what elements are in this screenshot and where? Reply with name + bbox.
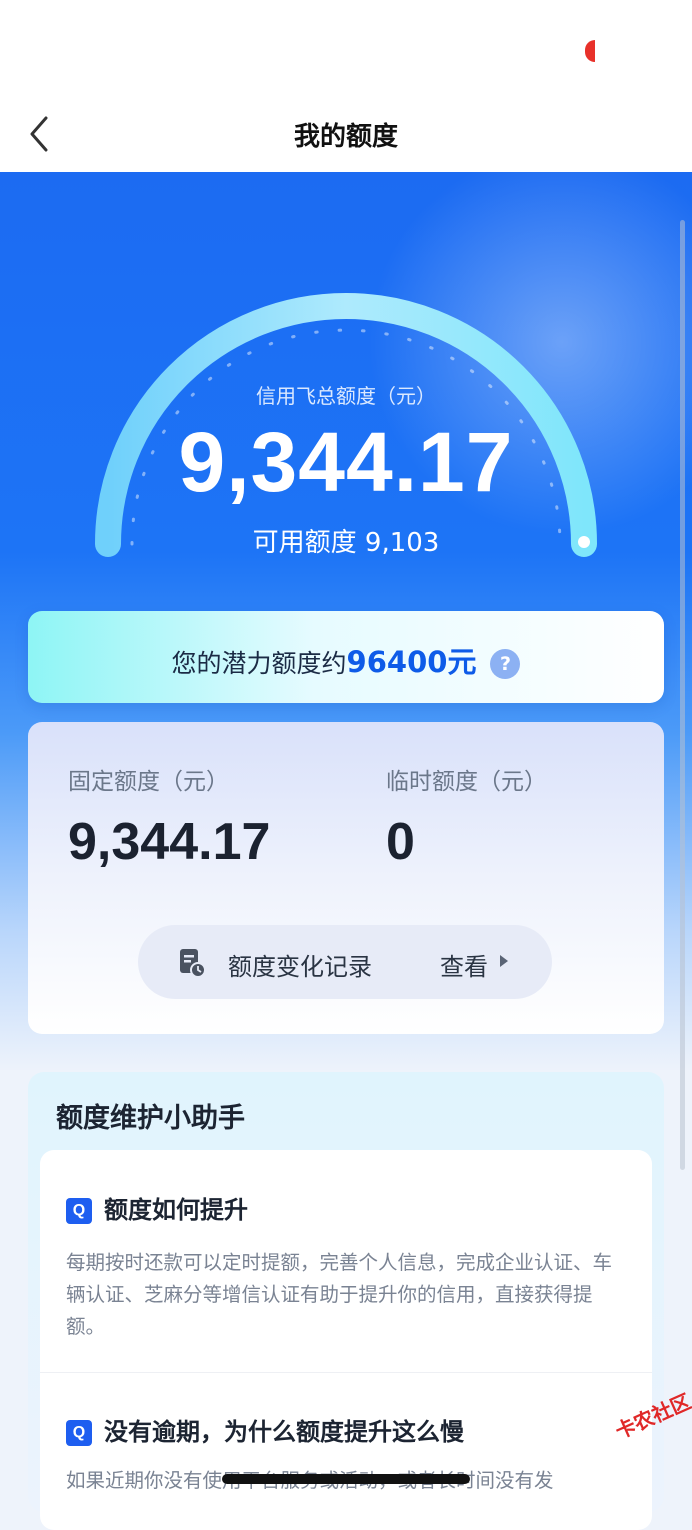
quota-card: 固定额度（元） 9,344.17 临时额度（元） 0 额度变化记录 查看	[28, 722, 664, 1034]
faq-answer: 每期按时还款可以定时提额，完善个人信息，完成企业认证、车辆认证、芝麻分等增信认证…	[66, 1251, 613, 1338]
divider	[40, 1372, 652, 1373]
fixed-quota-label: 固定额度（元）	[68, 769, 229, 795]
faq-card: Q 额度如何提升 每期按时还款可以定时提额，完善个人信息，完成企业认证、车辆认证、…	[40, 1150, 652, 1530]
gauge-label: 信用飞总额度（元）	[256, 384, 436, 408]
recording-indicator-icon	[585, 40, 595, 62]
q-badge-icon: Q	[66, 1420, 92, 1446]
total-credit-value: 9,344.17	[178, 415, 514, 509]
faq-item[interactable]: Q 额度如何提升 每期按时还款可以定时提额，完善个人信息，完成企业认证、车辆认证、…	[66, 1190, 626, 1343]
nav-bar: 我的额度	[0, 100, 692, 172]
home-indicator[interactable]	[222, 1474, 470, 1484]
help-icon[interactable]: ?	[490, 649, 521, 679]
faq-question: 额度如何提升	[104, 1196, 248, 1224]
faq-question-row: Q 没有逾期，为什么额度提升这么慢	[66, 1412, 626, 1447]
scrollbar[interactable]	[680, 220, 685, 1170]
fixed-quota-value: 9,344.17	[68, 813, 271, 871]
history-label: 额度变化记录	[228, 953, 372, 981]
potential-credit-banner[interactable]: 您的潜力额度约96400元?	[28, 611, 664, 703]
view-link[interactable]: 查看	[440, 947, 488, 982]
faq-question: 没有逾期，为什么额度提升这么慢	[104, 1418, 464, 1446]
temp-quota-value: 0	[386, 813, 415, 871]
helper-title: 额度维护小助手	[56, 1103, 245, 1134]
potential-amount: 96400元	[346, 645, 477, 679]
status-bar	[0, 0, 692, 100]
potential-credit-text: 您的潜力额度约96400元?	[28, 639, 664, 681]
triangle-right-icon	[500, 955, 508, 967]
q-badge-icon: Q	[66, 1198, 92, 1224]
quota-history-button[interactable]: 额度变化记录 查看	[138, 925, 552, 999]
fixed-quota: 固定额度（元） 9,344.17	[68, 762, 270, 872]
document-record-icon	[180, 949, 206, 978]
temp-quota-label: 临时额度（元）	[386, 769, 547, 795]
faq-item[interactable]: Q没有逾期，为什么额度提升这么慢 如果近期你没有使用平台服务或活动，或者长时间没…	[66, 1412, 626, 1497]
temp-quota: 临时额度（元） 0	[386, 762, 547, 872]
available-credit: 可用额度 9,103	[252, 528, 440, 558]
page-title: 我的额度	[293, 122, 398, 152]
potential-prefix: 您的潜力额度约	[171, 649, 347, 678]
quota-helper-section: 额度维护小助手 Q 额度如何提升 每期按时还款可以定时提额，完善个人信息，完成企业…	[28, 1072, 664, 1530]
faq-question-row: Q 额度如何提升	[66, 1190, 626, 1225]
